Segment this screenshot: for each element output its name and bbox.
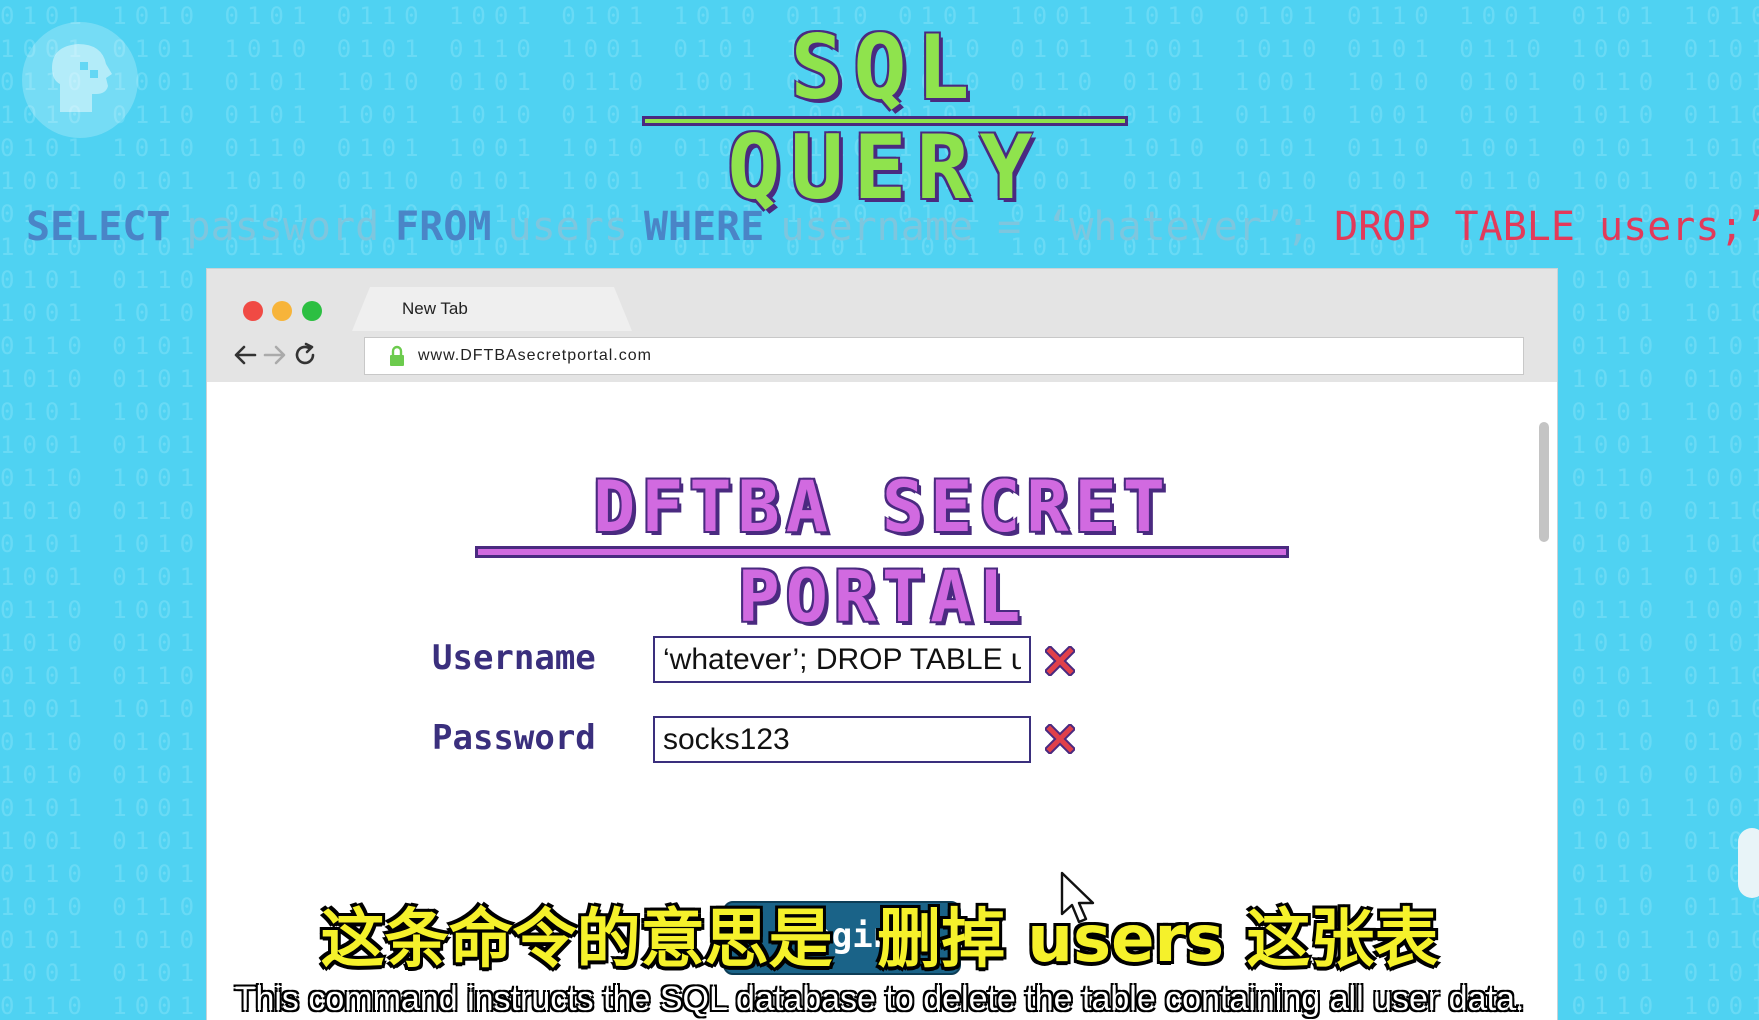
password-column: password: [186, 204, 380, 250]
clear-username-icon[interactable]: [1045, 646, 1075, 676]
browser-tab[interactable]: [352, 287, 632, 331]
sql-query-heading: SQL QUERY: [640, 12, 1130, 218]
scrollbar-thumb[interactable]: [1539, 422, 1549, 542]
pbs-logo: [22, 22, 138, 138]
minimize-window-button[interactable]: [272, 301, 292, 321]
reload-icon[interactable]: [291, 341, 319, 369]
back-arrow-icon[interactable]: [231, 341, 259, 369]
url-text: www.DFTBAsecretportal.com: [418, 347, 652, 364]
drop-table-injection: DROP TABLE users;’;: [1334, 204, 1759, 250]
pbs-head-icon: [52, 44, 112, 112]
forward-arrow-icon[interactable]: [261, 341, 289, 369]
portal-title-underline: [475, 546, 1289, 558]
sql-statement: SELECT password FROM users WHERE username = ‘…: [26, 200, 1759, 254]
where-keyword: WHERE: [643, 204, 765, 250]
password-input[interactable]: [653, 716, 1031, 763]
address-bar[interactable]: www.DFTBAsecretportal.com: [364, 337, 1524, 375]
username-label: Username: [432, 638, 596, 678]
lock-icon: [390, 345, 404, 366]
sql-query-underline: [642, 116, 1128, 126]
where-condition: username = ‘whatever’;: [780, 204, 1311, 250]
username-input[interactable]: [653, 636, 1031, 683]
chinese-subtitle: 这条命令的意思是 删掉 users 这张表: [320, 903, 1439, 977]
close-window-button[interactable]: [243, 301, 263, 321]
select-keyword: SELECT: [26, 204, 171, 250]
tab-title: New Tab: [402, 299, 468, 318]
browser-chrome: New Tab www.DFTBAsecretportal.com: [207, 269, 1557, 382]
password-label: Password: [432, 718, 596, 758]
maximize-window-button[interactable]: [302, 301, 322, 321]
english-subtitle: This command instructs the SQL database …: [234, 980, 1525, 1018]
clear-password-icon[interactable]: [1045, 724, 1075, 754]
users-table: users: [507, 204, 628, 250]
from-keyword: FROM: [395, 204, 492, 250]
